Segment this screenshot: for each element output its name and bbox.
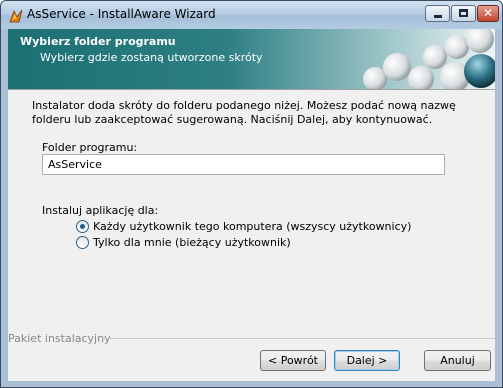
title-bar: AsService - InstallAware Wizard ✕ [1,1,502,29]
header-divider [8,89,495,90]
wizard-header: Wybierz folder programu Wybierz gdzie zo… [8,29,495,89]
wizard-client-area: Wybierz folder programu Wybierz gdzie zo… [8,29,495,381]
page-title: Wybierz folder programu [20,35,176,48]
next-button[interactable]: Dalej > [334,350,400,371]
close-button[interactable]: ✕ [477,5,499,22]
close-icon: ✕ [482,6,494,20]
page-subtitle: Wybierz gdzie zostaną utworzone skróty [40,51,263,64]
installaware-icon [9,9,23,23]
maximize-icon [459,9,468,17]
radio-all-users-indicator[interactable] [76,220,89,233]
header-spheres-graphic [363,29,495,89]
cancel-button[interactable]: Anuluj [424,350,491,371]
minimize-icon [434,15,442,18]
footer-brand-text: Pakiet instalacyjny [8,332,111,345]
intro-text: Instalator doda skróty do folderu podane… [32,99,456,126]
radio-all-users-label: Każdy użytkownik tego komputera (wszyscy… [93,220,412,233]
install-for-label: Instaluj aplikację dla: [42,204,159,217]
folder-label: Folder programu: [42,141,138,154]
maximize-button[interactable] [451,5,476,22]
footer-divider [102,338,495,339]
radio-current-user-indicator[interactable] [76,236,89,249]
radio-current-user-label: Tylko dla mnie (bieżący użytkownik) [93,236,291,249]
back-button[interactable]: < Powrót [260,350,326,371]
installer-window: AsService - InstallAware Wizard ✕ Wybier… [0,0,503,388]
minimize-button[interactable] [425,5,450,22]
program-folder-input[interactable] [42,154,445,175]
window-title: AsService - InstallAware Wizard [27,7,216,21]
